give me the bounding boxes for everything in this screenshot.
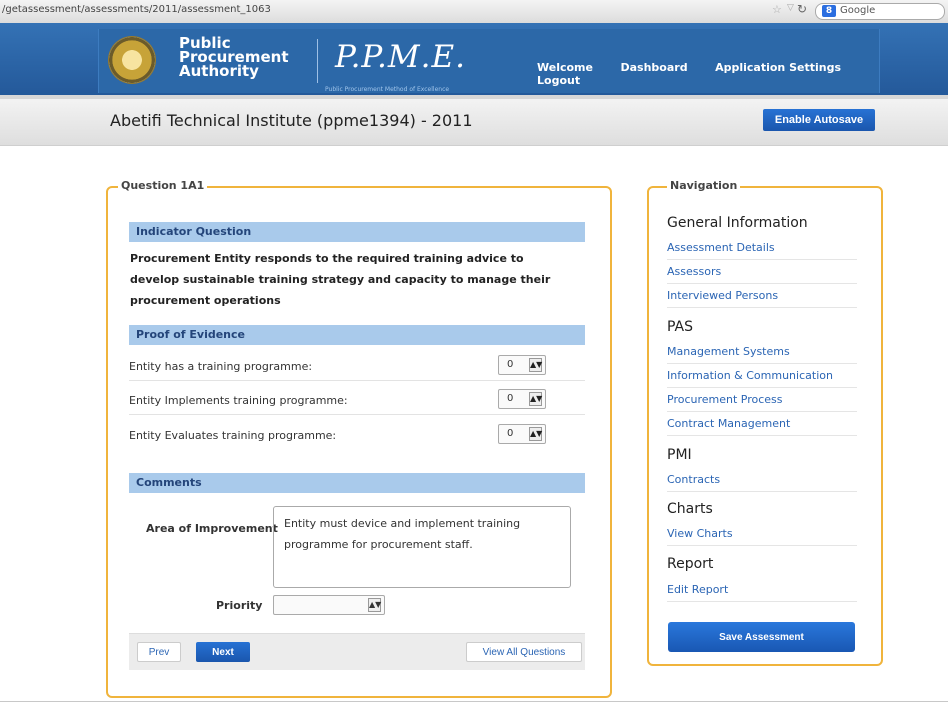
site-header: Public Procurement Authority P.P.M.E. Pu… (0, 23, 948, 99)
search-engine-label: Google (840, 5, 876, 16)
nav-application-settings[interactable]: Application Settings (715, 61, 841, 74)
indicator-question-text: Procurement Entity responds to the requi… (130, 252, 551, 307)
page-bottom-divider (0, 701, 948, 702)
nav-item-contracts[interactable]: Contracts (667, 469, 857, 492)
navigation-panel: Navigation General Information Assessmen… (647, 179, 883, 666)
org-name: Public Procurement Authority (179, 36, 289, 80)
indicator-header: Indicator Question (129, 222, 585, 242)
header-inner: Public Procurement Authority P.P.M.E. Pu… (98, 29, 880, 93)
evidence-score-select[interactable]: 0 ▲▼ (498, 424, 546, 444)
dropdown-arrow-icon: ▲▼ (529, 358, 542, 372)
page-title: Abetifi Technical Institute (ppme1394) -… (110, 111, 473, 130)
header-divider (317, 39, 318, 83)
browser-toolbar: /getassessment/assessments/2011/assessme… (0, 0, 948, 24)
evidence-score-select[interactable]: 0 ▲▼ (498, 355, 546, 375)
nav-item-assessment-details[interactable]: Assessment Details (667, 237, 857, 260)
evidence-label: Entity has a training programme: (129, 360, 313, 373)
navigation-legend: Navigation (667, 179, 741, 192)
reload-icon[interactable]: ↻ (797, 2, 807, 16)
area-of-improvement-label: Area of Improvement (146, 522, 278, 535)
evidence-score-value: 0 (507, 393, 514, 404)
history-dropdown-icon[interactable]: ▽ (787, 3, 794, 13)
question-legend: Question 1A1 (118, 179, 208, 192)
browser-controls: ☆ ▽ ↻ 8 Google (760, 2, 946, 20)
evidence-label: Entity Implements training programme: (129, 394, 348, 407)
evidence-row: Entity Evaluates training programme: 0 ▲… (129, 419, 585, 449)
priority-label: Priority (216, 599, 263, 612)
bookmark-star-icon[interactable]: ☆ (772, 3, 782, 16)
org-line-3: Authority (179, 62, 259, 80)
next-button[interactable]: Next (196, 642, 250, 662)
evidence-score-select[interactable]: 0 ▲▼ (498, 389, 546, 409)
priority-select[interactable]: ▲▼ (273, 595, 385, 615)
evidence-score-value: 0 (507, 359, 514, 370)
evidence-row: Entity has a training programme: 0 ▲▼ (129, 350, 585, 381)
nav-item-edit-report[interactable]: Edit Report (667, 579, 857, 602)
evidence-label: Entity Evaluates training programme: (129, 429, 337, 442)
nav-logout[interactable]: Logout (537, 74, 580, 87)
brand-logo: P.P.M.E. (335, 39, 466, 75)
nav-item-assessors[interactable]: Assessors (667, 261, 857, 284)
coat-of-arms-logo (109, 37, 155, 83)
top-nav: Welcome Dashboard Application Settings L… (537, 61, 879, 87)
dropdown-arrow-icon: ▲▼ (529, 392, 542, 406)
enable-autosave-button[interactable]: Enable Autosave (763, 109, 875, 131)
nav-dashboard[interactable]: Dashboard (620, 61, 687, 74)
evidence-header: Proof of Evidence (129, 325, 585, 345)
brand-subtitle: Public Procurement Method of Excellence (325, 86, 450, 93)
dropdown-arrow-icon: ▲▼ (529, 427, 542, 441)
nav-item-interviewed-persons[interactable]: Interviewed Persons (667, 285, 857, 308)
nav-item-information-communication[interactable]: Information & Communication (667, 365, 857, 388)
search-box[interactable]: 8 Google (815, 3, 945, 20)
title-band: Abetifi Technical Institute (ppme1394) -… (0, 99, 948, 146)
nav-section-general-information: General Information (667, 215, 808, 231)
nav-item-view-charts[interactable]: View Charts (667, 523, 857, 546)
prev-button[interactable]: Prev (137, 642, 181, 662)
area-of-improvement-textarea[interactable]: Entity must device and implement trainin… (273, 506, 571, 588)
comments-header: Comments (129, 473, 585, 493)
nav-item-procurement-process[interactable]: Procurement Process (667, 389, 857, 412)
evidence-score-value: 0 (507, 428, 514, 439)
nav-item-management-systems[interactable]: Management Systems (667, 341, 857, 364)
address-bar[interactable]: /getassessment/assessments/2011/assessme… (2, 4, 271, 15)
nav-item-contract-management[interactable]: Contract Management (667, 413, 857, 436)
dropdown-arrow-icon: ▲▼ (368, 598, 381, 612)
question-button-bar: Prev Next View All Questions (129, 633, 585, 670)
save-assessment-button[interactable]: Save Assessment (668, 622, 855, 652)
view-all-questions-button[interactable]: View All Questions (466, 642, 582, 662)
nav-section-pmi: PMI (667, 447, 692, 463)
evidence-row: Entity Implements training programme: 0 … (129, 384, 585, 415)
nav-welcome[interactable]: Welcome (537, 61, 593, 74)
nav-section-pas: PAS (667, 319, 694, 335)
search-engine-icon[interactable]: 8 (822, 5, 836, 17)
question-panel: Question 1A1 Indicator Question Procurem… (106, 179, 612, 698)
nav-section-report: Report (667, 556, 714, 572)
nav-section-charts: Charts (667, 501, 713, 517)
